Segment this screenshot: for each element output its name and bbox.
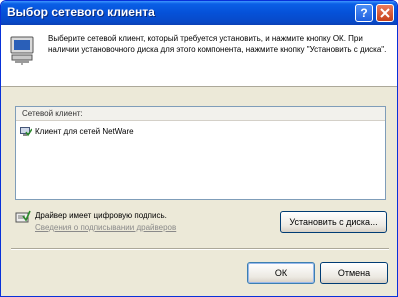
instruction-panel: Выберите сетевой клиент, который требует…: [1, 25, 397, 87]
list-item[interactable]: Клиент для сетей NetWare: [18, 125, 378, 139]
close-icon: [380, 8, 390, 18]
list-item-label: Клиент для сетей NetWare: [35, 127, 134, 136]
list-column-header: Сетевой клиент:: [16, 107, 385, 121]
title-bar[interactable]: Выбор сетевого клиента ?: [1, 1, 397, 25]
network-client-icon: [20, 127, 32, 137]
help-button[interactable]: ?: [355, 4, 373, 22]
signature-text: Драйвер имеет цифровую подпись.: [35, 211, 167, 220]
dialog-window: Выбор сетевого клиента ? Выберите сетево…: [0, 0, 398, 297]
driver-signing-link[interactable]: Сведения о подписывании драйверов: [35, 223, 176, 232]
network-client-list[interactable]: Сетевой клиент: Клиент для сетей NetWare: [15, 106, 386, 200]
separator: [11, 248, 389, 250]
close-button[interactable]: [376, 4, 394, 22]
ok-button[interactable]: ОК: [247, 262, 315, 284]
instruction-text: Выберите сетевой клиент, который требует…: [48, 34, 387, 54]
have-disk-button[interactable]: Установить с диска...: [280, 211, 387, 233]
help-icon: ?: [360, 6, 368, 20]
cancel-button[interactable]: Отмена: [320, 262, 388, 284]
window-title: Выбор сетевого клиента: [7, 5, 155, 19]
signed-driver-icon: [15, 210, 31, 223]
network-computer-icon: [10, 36, 34, 65]
